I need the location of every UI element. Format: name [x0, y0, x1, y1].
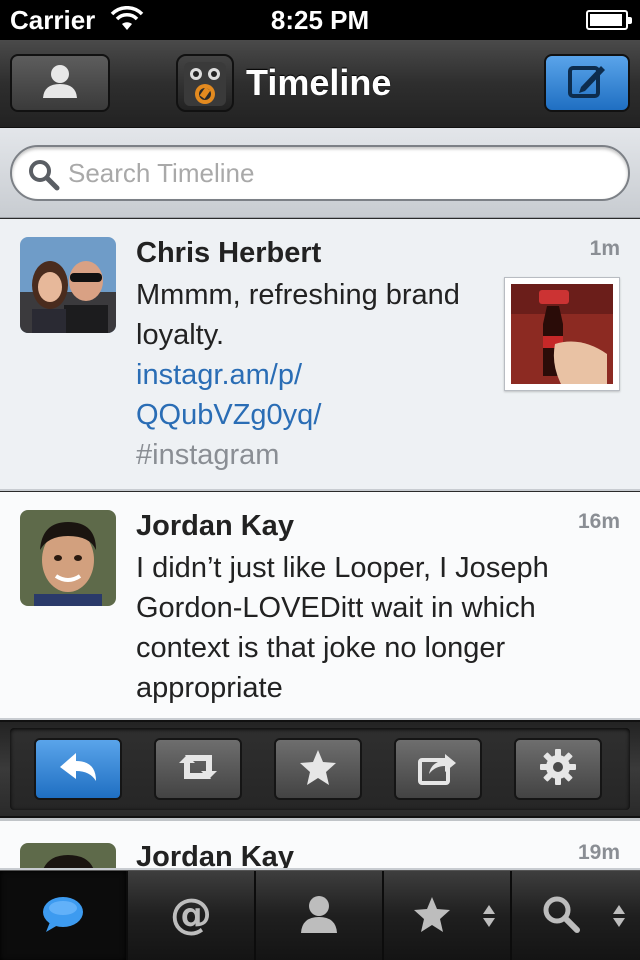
- search-field[interactable]: [10, 145, 630, 201]
- compose-icon: [567, 62, 607, 105]
- tweet-action-bar: [0, 720, 640, 818]
- tab-favorites[interactable]: [384, 871, 512, 960]
- magnifier-icon: [28, 159, 60, 196]
- search-input[interactable]: [68, 157, 608, 189]
- tweet-author[interactable]: Jordan Kay: [136, 510, 294, 543]
- retweet-icon: [173, 749, 223, 790]
- tweet-hashtag[interactable]: #instagram: [136, 435, 486, 475]
- favorites-star-icon: [412, 895, 452, 938]
- reply-button[interactable]: [34, 738, 122, 800]
- svg-text:@: @: [170, 892, 212, 936]
- dropdown-arrows-icon: [612, 904, 626, 933]
- tweet-body: Mmmm, refreshing brand loyalty. instagr.…: [136, 275, 486, 475]
- star-icon: [298, 748, 338, 791]
- settings-button[interactable]: [514, 738, 602, 800]
- tweet-text: Mmmm, refreshing brand loyalty.: [136, 279, 460, 351]
- gear-icon: [538, 747, 578, 792]
- share-icon: [417, 748, 459, 791]
- retweet-button[interactable]: [154, 738, 242, 800]
- tweet-link[interactable]: instagr.am/p/QQubVZg0yq/: [136, 355, 486, 435]
- accounts-button[interactable]: [10, 54, 110, 112]
- tweet-timestamp: 1m: [589, 237, 620, 260]
- tweet-text: I didn’t just like Looper, I Joseph Gord…: [136, 552, 549, 704]
- share-button[interactable]: [394, 738, 482, 800]
- tab-mentions[interactable]: @: [128, 871, 256, 960]
- page-title: Timeline: [246, 62, 392, 103]
- tweet-author[interactable]: Chris Herbert: [136, 237, 321, 270]
- tab-profile[interactable]: [256, 871, 384, 960]
- compose-button[interactable]: [544, 54, 630, 112]
- favorite-button[interactable]: [274, 738, 362, 800]
- media-thumbnail[interactable]: [504, 277, 620, 391]
- tab-bar: @: [0, 870, 640, 960]
- search-area: [0, 128, 640, 218]
- avatar[interactable]: [20, 510, 116, 606]
- timeline-bubble-icon: [40, 894, 86, 939]
- status-bar: Carrier 8:25 PM: [0, 0, 640, 40]
- dropdown-arrows-icon: [482, 904, 496, 933]
- tweet-author[interactable]: Jordan Kay: [136, 841, 294, 868]
- tab-timeline[interactable]: [0, 871, 128, 960]
- reply-icon: [56, 749, 100, 790]
- tweetbot-logo-icon[interactable]: [176, 54, 234, 112]
- profile-icon: [297, 893, 341, 940]
- search-icon: [541, 894, 581, 939]
- person-icon: [38, 62, 82, 105]
- tab-search[interactable]: [512, 871, 640, 960]
- navigation-bar: Timeline: [0, 40, 640, 128]
- tweet-row[interactable]: Jordan Kay 16m I didn’t just like Looper…: [0, 492, 640, 720]
- avatar[interactable]: [20, 237, 116, 333]
- tweet-timestamp: 19m: [577, 841, 620, 864]
- tweet-timestamp: 16m: [577, 510, 620, 533]
- tweet-row[interactable]: Jordan Kay 19m: [0, 818, 640, 870]
- tweet-row[interactable]: Chris Herbert 1m Mmmm, refreshing brand …: [0, 219, 640, 491]
- clock-label: 8:25 PM: [270, 5, 370, 35]
- avatar[interactable]: [20, 843, 116, 868]
- battery-icon: [586, 10, 632, 30]
- at-mention-icon: @: [169, 889, 213, 941]
